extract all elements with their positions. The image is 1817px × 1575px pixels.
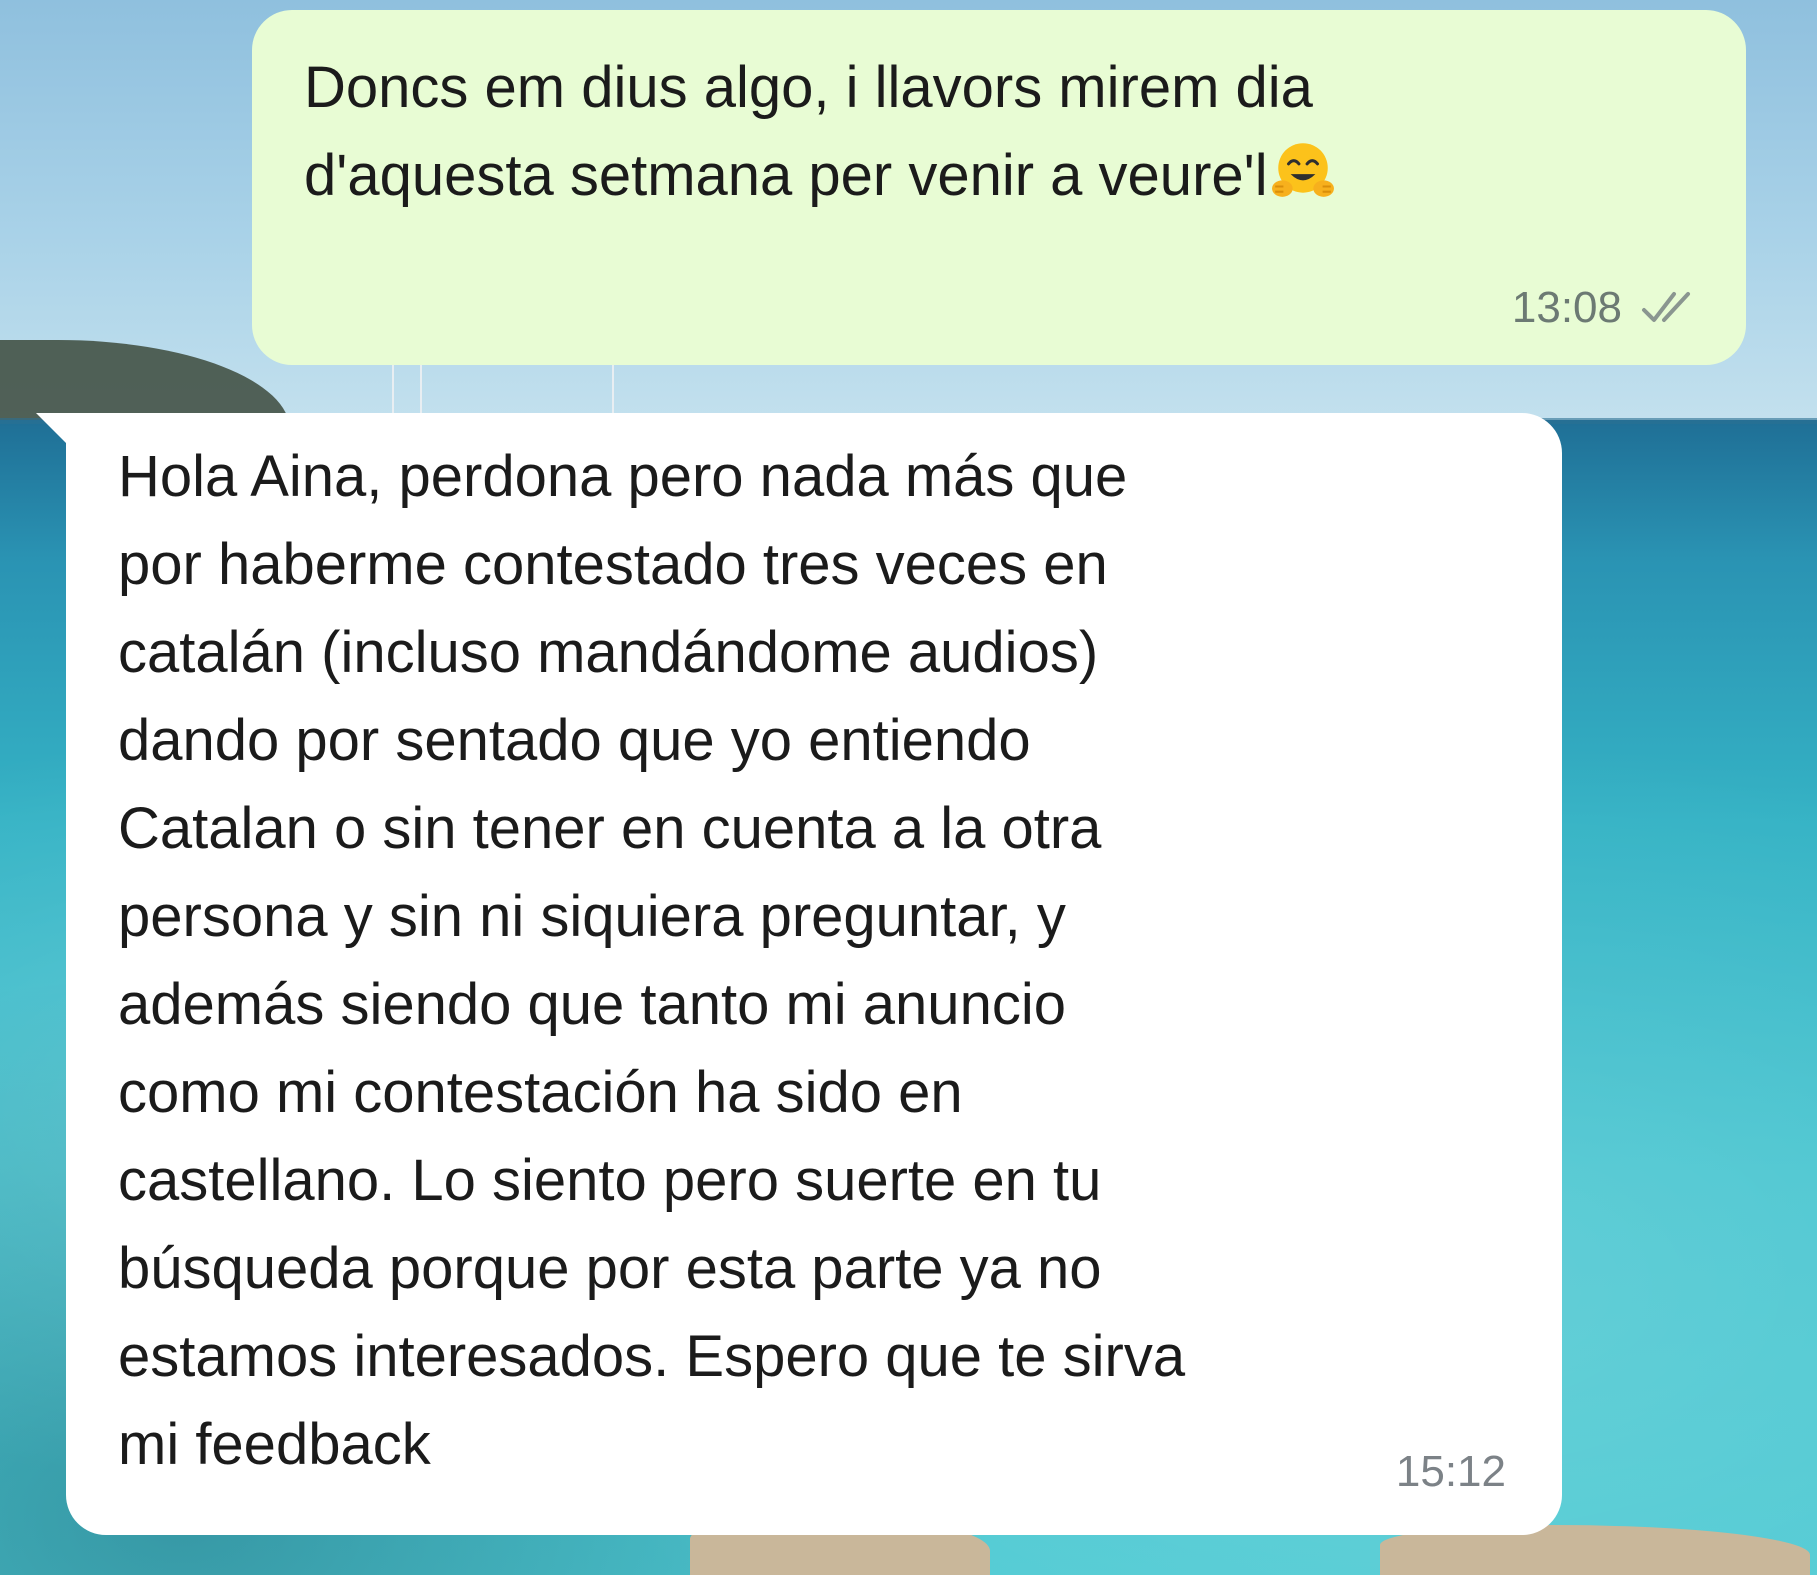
incoming-message-bubble[interactable]: Hola Aina, perdona pero nada más que por… (36, 413, 1562, 1535)
message-line: castellano. Lo siento pero suerte en tu (118, 1148, 1102, 1213)
message-line: catalán (incluso mandándome audios) (118, 620, 1099, 685)
message-line: por haberme contestado tres veces en (118, 532, 1108, 597)
outgoing-message-bubble[interactable]: Doncs em dius algo, i llavors mirem dia … (252, 10, 1746, 365)
message-line-text: d'aquesta setmana per venir a veure'l (304, 143, 1268, 208)
message-line: estamos interesados. Espero que te sirva (118, 1324, 1186, 1389)
message-line: d'aquesta setmana per venir a veure'l (304, 132, 1690, 220)
message-line: búsqueda porque por esta parte ya no (118, 1236, 1102, 1301)
message-line: mi feedback (118, 1412, 431, 1477)
message-line: Doncs em dius algo, i llavors mirem dia (304, 55, 1313, 120)
message-line: Hola Aina, perdona pero nada más que (118, 444, 1128, 509)
message-line: además siendo que tanto mi anuncio (118, 972, 1066, 1037)
message-time: 15:12 (1395, 1447, 1506, 1496)
hugging-face-emoji (1271, 143, 1334, 197)
message-text: Doncs em dius algo, i llavors mirem dia … (304, 44, 1690, 220)
message-line: dando por sentado que yo entiendo (118, 708, 1031, 773)
message-text: Hola Aina, perdona pero nada más que por… (118, 433, 1508, 1489)
message-meta: 13:08 (1512, 283, 1708, 333)
message-line: persona y sin ni siquiera preguntar, y (118, 884, 1066, 949)
message-line: Catalan o sin tener en cuenta a la otra (118, 796, 1102, 861)
double-check-icon (1642, 292, 1690, 322)
bubble-tail (36, 413, 70, 447)
message-line: como mi contestación ha sido en (118, 1060, 963, 1125)
message-time: 13:08 (1511, 283, 1622, 332)
message-meta: 15:12 (1396, 1447, 1506, 1497)
